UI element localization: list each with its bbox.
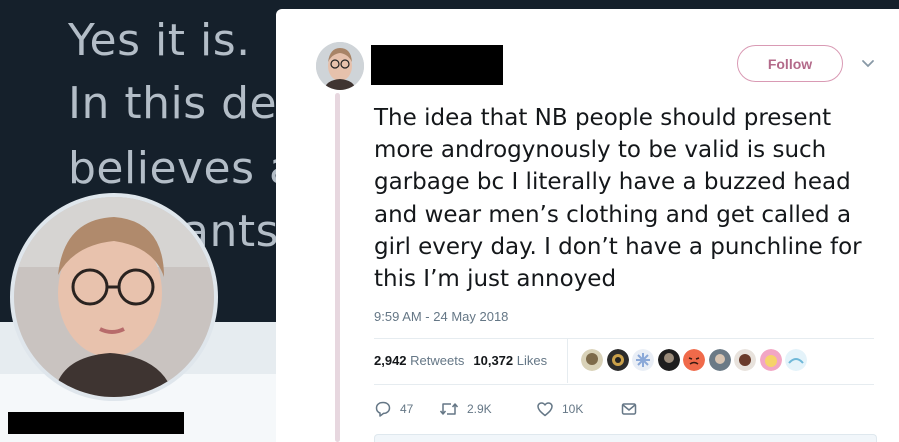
liker-avatars [581,349,811,371]
redacted-author-name [371,45,503,85]
tweet-stats: 2,942 Retweets 10,372 Likes [374,353,556,368]
chevron-down-icon[interactable] [859,54,877,72]
retweet-icon [439,403,459,415]
likes-label: Likes [516,353,548,368]
likes-count: 10,372 [473,353,514,368]
like-count: 10K [562,402,584,416]
liker-avatar[interactable] [581,349,603,371]
divider [374,384,874,385]
like-button[interactable]: 10K [536,400,620,418]
liker-avatar[interactable] [683,349,705,371]
tweet-actions: 47 2.9K 10K [374,400,646,418]
retweets-label: Retweets [410,353,465,368]
bio-line-1: Yes it is. [68,15,251,66]
redacted-display-name [8,412,184,434]
retweet-button[interactable]: 2.9K [439,400,536,418]
divider [374,338,874,339]
bio-line-3: believes a [68,143,297,194]
liker-avatar[interactable] [606,349,629,371]
liker-avatar[interactable] [734,349,756,371]
direct-message-button[interactable] [620,400,646,418]
retweets-stat[interactable]: 2,942 Retweets [374,353,464,368]
tweet-modal: Follow The idea that NB people should pr… [276,9,899,442]
follow-button[interactable]: Follow [737,45,843,82]
profile-avatar-large[interactable] [10,193,218,401]
retweets-count: 2,942 [374,353,407,368]
likes-stat[interactable]: 10,372 Likes [473,353,547,368]
tweet-timestamp[interactable]: 9:59 AM - 24 May 2018 [374,309,508,324]
reply-icon [375,401,391,417]
liker-avatar[interactable] [632,349,654,371]
retweet-count: 2.9K [467,402,492,416]
heart-icon [537,402,553,417]
reply-composer[interactable] [374,434,877,442]
reply-count: 47 [400,402,414,416]
reply-button[interactable]: 47 [374,400,439,418]
bio-line-2: In this de [68,78,278,129]
liker-avatar[interactable] [708,349,731,371]
author-avatar[interactable] [316,42,364,90]
message-icon [621,403,637,415]
liker-avatar[interactable] [657,349,680,371]
liker-avatar[interactable] [785,349,807,371]
liker-avatar[interactable] [759,349,782,371]
thread-line [335,93,340,442]
tweet-text: The idea that NB people should present m… [374,105,862,293]
stats-divider [567,339,568,383]
